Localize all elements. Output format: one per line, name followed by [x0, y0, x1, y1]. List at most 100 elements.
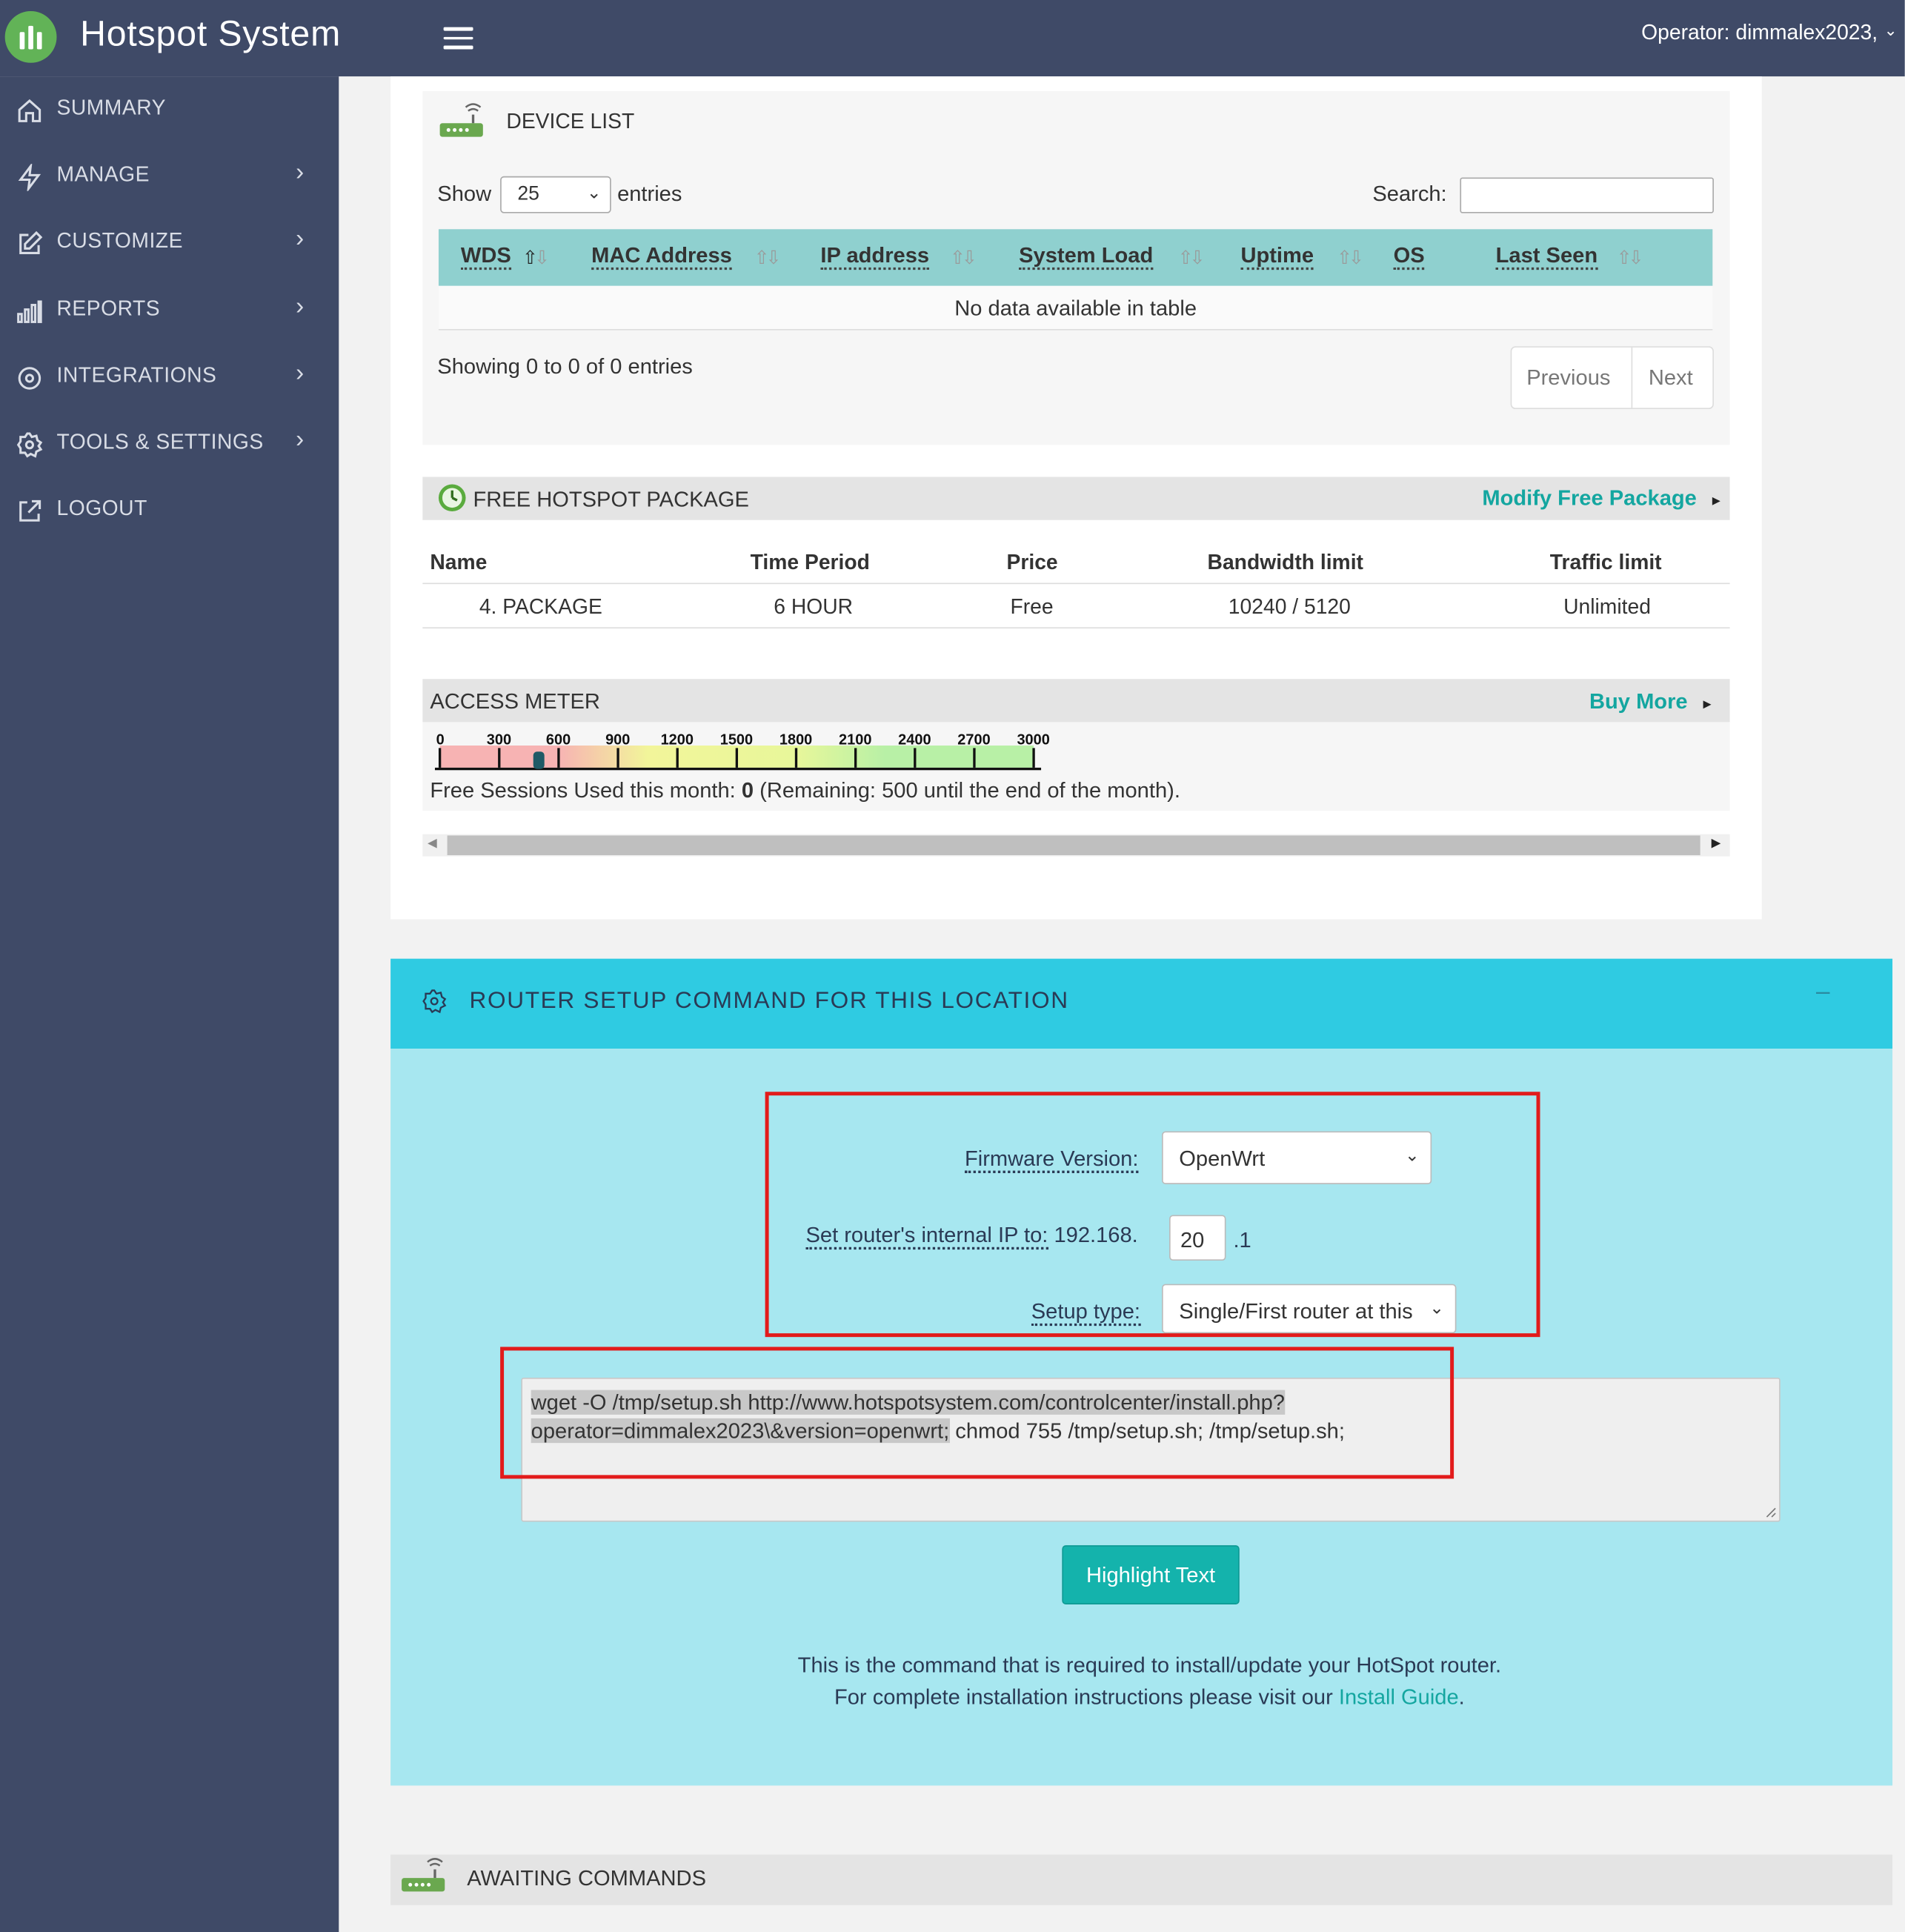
meter-tick-label: 600 — [545, 731, 571, 748]
app-title: Hotspot System — [80, 14, 342, 55]
sidebar-item-label: LOGOUT — [56, 497, 147, 520]
divider — [422, 582, 1730, 585]
highlight-text-button[interactable]: Highlight Text — [1062, 1545, 1240, 1604]
column-header-uptime[interactable]: Uptime — [1240, 243, 1314, 270]
entries-select[interactable]: 25 ⌄ — [500, 176, 611, 213]
triangle-right-icon: ► — [1700, 697, 1715, 713]
access-meter-header — [422, 679, 1730, 723]
sort-icon[interactable]: ⇧⇩ — [754, 247, 782, 268]
entries-label: entries — [617, 181, 682, 206]
column-header-bandwidth-limit: Bandwidth limit — [1207, 551, 1363, 574]
modify-free-package-label: Modify Free Package — [1482, 485, 1697, 511]
column-header-name: Name — [430, 551, 488, 574]
install-info-line: This is the command that is required to … — [797, 1652, 1502, 1678]
column-header-system-load[interactable]: System Load — [1019, 243, 1154, 270]
access-meter-title: ACCESS METER — [430, 688, 600, 714]
router-icon — [439, 103, 483, 137]
column-header-mac-address[interactable]: MAC Address — [591, 243, 732, 270]
gear-icon — [422, 989, 447, 1014]
awaiting-commands-title: AWAITING COMMANDS — [467, 1865, 706, 1890]
next-button[interactable]: Next — [1649, 365, 1693, 391]
annotation-box — [500, 1347, 1454, 1479]
clock-icon — [438, 484, 466, 512]
scroll-right-icon[interactable]: ▶ — [1712, 837, 1721, 850]
meter-tick-label: 2700 — [957, 731, 991, 748]
pagination: Previous Next — [1510, 346, 1714, 410]
sidebar-item-label: TOOLS & SETTINGS — [56, 430, 264, 454]
sort-icon[interactable]: ⇧⇩ — [950, 247, 977, 268]
sidebar-item-customize[interactable]: CUSTOMIZE › — [0, 219, 339, 269]
sidebar-item-label: MANAGE — [56, 162, 150, 187]
scrollbar-thumb[interactable] — [447, 835, 1700, 855]
sidebar-item-label: INTEGRATIONS — [56, 363, 217, 388]
show-label: Show — [437, 181, 492, 206]
search-label: Search: — [1372, 181, 1447, 206]
free-package-table: Name Time Period Price Bandwidth limit T… — [422, 539, 1730, 629]
menu-toggle-icon[interactable] — [443, 27, 473, 50]
buy-more-link[interactable]: Buy More ► — [1589, 689, 1714, 715]
target-icon — [18, 367, 41, 390]
sidebar-item-label: CUSTOMIZE — [56, 229, 183, 253]
empty-table-message: No data available in table — [954, 296, 1197, 321]
package-traffic: Unlimited — [1563, 595, 1651, 619]
package-price: Free — [1010, 595, 1054, 619]
chevron-right-icon: › — [296, 359, 305, 388]
meter-tick-label: 900 — [605, 731, 631, 748]
sort-icon[interactable]: ⇧⇩ — [1337, 247, 1364, 268]
modify-free-package-link[interactable]: Modify Free Package ► — [1482, 485, 1723, 511]
column-header-traffic-limit: Traffic limit — [1549, 551, 1662, 574]
column-header-ip-address[interactable]: IP address — [820, 243, 930, 270]
sort-icon[interactable]: ⇧⇩ — [1617, 247, 1644, 268]
scroll-left-icon[interactable]: ◀ — [428, 837, 437, 850]
meter-tick-label: 3000 — [1017, 731, 1050, 748]
external-link-icon — [19, 499, 41, 522]
install-info-line: For complete installation instructions p… — [390, 1684, 1905, 1710]
sidebar-item-logout[interactable]: LOGOUT — [0, 487, 339, 537]
router-setup-title: ROUTER SETUP COMMAND FOR THIS LOCATION — [469, 988, 1069, 1015]
edit-icon — [19, 230, 43, 254]
meter-tick-label: 1200 — [660, 731, 694, 748]
sidebar-item-tools-settings[interactable]: TOOLS & SETTINGS › — [0, 420, 339, 470]
divider — [1631, 347, 1633, 408]
entries-value: 25 — [517, 183, 539, 205]
search-input[interactable] — [1460, 177, 1714, 213]
sidebar-item-manage[interactable]: MANAGE › — [0, 153, 339, 202]
sidebar-item-label: SUMMARY — [56, 96, 166, 120]
sort-icon[interactable]: ⇧⇩ — [1178, 247, 1206, 268]
previous-button[interactable]: Previous — [1526, 365, 1610, 391]
sessions-used: 0 — [741, 777, 754, 803]
sidebar-item-reports[interactable]: REPORTS › — [0, 287, 339, 336]
meter-tick-label: 0 — [436, 731, 445, 748]
meter-tick-label: 300 — [486, 731, 512, 748]
sort-icon[interactable]: ⇧⇩ — [522, 247, 550, 268]
install-info-text: For complete installation instructions p… — [834, 1684, 1333, 1710]
resize-handle-icon[interactable] — [1764, 1506, 1777, 1518]
operator-menu[interactable]: Operator: dimmalex2023, — [1641, 21, 1878, 45]
package-bandwidth: 10240 / 5120 — [1228, 595, 1351, 619]
bar-chart-icon — [17, 300, 42, 323]
sidebar: SUMMARY MANAGE › CUSTOMIZE › REPORTS › I… — [0, 76, 339, 1932]
buy-more-label: Buy More — [1589, 688, 1688, 714]
sidebar-item-summary[interactable]: SUMMARY — [0, 86, 339, 136]
sidebar-item-label: REPORTS — [56, 296, 161, 321]
chevron-down-icon[interactable]: ⌄ — [1884, 21, 1898, 41]
gear-icon — [16, 432, 43, 458]
package-name: 4. PACKAGE — [479, 595, 602, 619]
chevron-right-icon: › — [296, 426, 305, 454]
column-header-wds[interactable]: WDS — [460, 243, 511, 270]
annotation-box — [765, 1092, 1540, 1338]
meter-tick-label: 1500 — [719, 731, 754, 748]
chevron-right-icon: › — [296, 225, 305, 253]
column-header-os[interactable]: OS — [1393, 243, 1425, 270]
sidebar-item-integrations[interactable]: INTEGRATIONS › — [0, 353, 339, 403]
package-time-period: 6 HOUR — [774, 595, 854, 619]
column-header-price: Price — [1006, 551, 1058, 574]
meter-tick-label: 1800 — [779, 731, 813, 748]
chevron-down-icon: ⌄ — [586, 182, 602, 202]
column-header-last-seen[interactable]: Last Seen — [1495, 243, 1598, 270]
minimize-button[interactable]: – — [1816, 978, 1829, 1006]
sessions-suffix: (Remaining: 500 until the end of the mon… — [759, 777, 1180, 803]
free-sessions-text: Free Sessions Used this month: 0 (Remain… — [430, 777, 1180, 803]
device-list-title: DEVICE LIST — [506, 109, 635, 133]
install-guide-link[interactable]: Install Guide — [1339, 1684, 1459, 1709]
